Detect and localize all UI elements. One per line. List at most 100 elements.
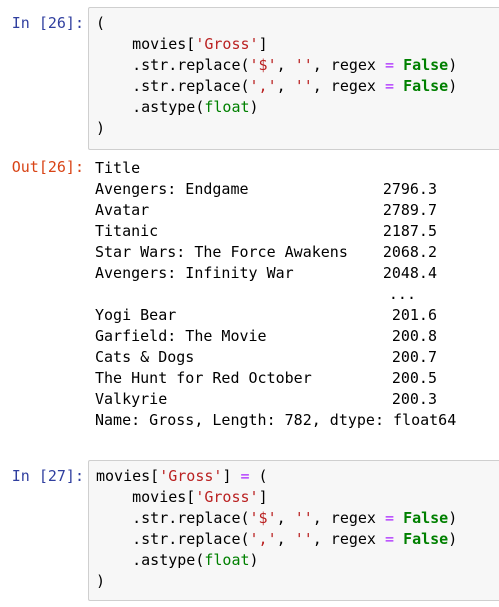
code-token: ] [258, 488, 268, 506]
code-line: movies['Gross'] = ( [96, 466, 499, 487]
series-row-value: 200.7 [391, 348, 437, 366]
code-token: ( [249, 467, 268, 485]
code-token: , regex [312, 77, 385, 95]
code-line: ) [96, 118, 499, 139]
code-token: = [385, 56, 395, 74]
code-token: .astype( [96, 98, 205, 116]
series-row-value: 2068.2 [382, 243, 437, 261]
code-token: ) [96, 572, 106, 590]
code-token: movies[ [96, 467, 160, 485]
code-line: .str.replace('$', '', regex = False) [96, 508, 499, 529]
code-token: False [403, 509, 449, 527]
series-row: Avengers: Infinity War 2048.4 [95, 263, 499, 284]
code-token: 'Gross' [195, 35, 259, 53]
series-row: Avatar 2789.7 [95, 200, 499, 221]
code-token: , [276, 530, 295, 548]
code-token: '$' [249, 509, 277, 527]
code-line: ) [96, 571, 499, 592]
code-line: .astype(float) [96, 550, 499, 571]
code-line: .str.replace(',', '', regex = False) [96, 529, 499, 550]
code-line: ( [96, 13, 499, 34]
series-row-value: 200.8 [391, 327, 437, 345]
code-token: '' [294, 509, 313, 527]
series-row-value: 201.6 [391, 306, 437, 324]
code-token: ) [448, 77, 458, 95]
ellipsis: ... [388, 285, 416, 303]
series-row-value: 200.5 [391, 369, 437, 387]
code-token: '' [294, 530, 313, 548]
code-token: ) [249, 551, 259, 569]
code-token: movies[ [96, 35, 196, 53]
series-rows-head: Avengers: Endgame 2796.3 Avatar 2789.7 Titan… [95, 179, 499, 284]
output-area-26: Title Avengers: Endgame 2796.3 Avatar 2789.… [95, 158, 499, 431]
input-prompt-27: In [27]: [11, 467, 84, 485]
code-token: .astype( [96, 551, 205, 569]
code-token: '' [294, 56, 313, 74]
code-token: = [385, 77, 395, 95]
series-row: Avengers: Endgame 2796.3 [95, 179, 499, 200]
code-token: False [403, 77, 449, 95]
output-prompt-26: Out[26]: [11, 158, 84, 176]
code-token: ) [96, 119, 106, 137]
code-line: .str.replace('$', '', regex = False) [96, 55, 499, 76]
code-token: float [204, 551, 250, 569]
series-row-value: 200.3 [391, 390, 437, 408]
series-row-value: 2796.3 [382, 180, 437, 198]
code-token: , regex [312, 56, 385, 74]
series-row: Yogi Bear 201.6 [95, 305, 499, 326]
code-line: movies['Gross'] [96, 34, 499, 55]
code-line: movies['Gross'] [96, 487, 499, 508]
code-token: ',' [249, 77, 277, 95]
code-token: , regex [312, 530, 385, 548]
code-token: ) [448, 509, 458, 527]
series-row-value: 2789.7 [382, 201, 437, 219]
code-token: .str.replace( [96, 509, 250, 527]
code-token: .str.replace( [96, 77, 250, 95]
code-token: ',' [249, 530, 277, 548]
code-token: = [385, 530, 395, 548]
code-token: .str.replace( [96, 530, 250, 548]
code-token: movies[ [96, 488, 196, 506]
series-footer: Name: Gross, Length: 782, dtype: float64 [95, 411, 457, 429]
code-token: '' [294, 77, 313, 95]
code-cell-27[interactable]: movies['Gross'] = ( movies['Gross'] .str… [88, 460, 499, 601]
code-token: False [403, 530, 449, 548]
series-row-value: 2048.4 [382, 264, 437, 282]
code-cell-26[interactable]: ( movies['Gross'] .str.replace('$', '', … [88, 7, 499, 150]
series-row-value: 2187.5 [382, 222, 437, 240]
code-token: ( [96, 14, 106, 32]
code-token: ) [448, 530, 458, 548]
code-token: , [276, 77, 295, 95]
series-row: Cats & Dogs 200.7 [95, 347, 499, 368]
code-token: ] [258, 35, 268, 53]
series-ellipsis-row: ... [95, 284, 499, 305]
input-prompt-26: In [26]: [11, 14, 84, 32]
code-token: '$' [249, 56, 277, 74]
code-token: ] [222, 467, 241, 485]
code-token: 'Gross' [159, 467, 223, 485]
code-token: = [385, 509, 395, 527]
code-token: float [204, 98, 250, 116]
code-token: 'Gross' [195, 488, 259, 506]
code-token: , [276, 509, 295, 527]
code-line: .astype(float) [96, 97, 499, 118]
series-row: Titanic 2187.5 [95, 221, 499, 242]
code-line: .str.replace(',', '', regex = False) [96, 76, 499, 97]
code-token: ) [249, 98, 259, 116]
code-token: ) [448, 56, 458, 74]
series-index-name: Title [95, 159, 141, 177]
code-token: .str.replace( [96, 56, 250, 74]
series-row: Garfield: The Movie 200.8 [95, 326, 499, 347]
series-row: The Hunt for Red October 200.5 [95, 368, 499, 389]
code-token: , [276, 56, 295, 74]
code-token: = [240, 467, 250, 485]
series-row: Star Wars: The Force Awakens 2068.2 [95, 242, 499, 263]
code-token: , regex [312, 509, 385, 527]
series-row: Valkyrie 200.3 [95, 389, 499, 410]
code-token: False [403, 56, 449, 74]
series-rows-tail: Yogi Bear 201.6 Garfield: The Movie 200.8 Ca… [95, 305, 499, 410]
